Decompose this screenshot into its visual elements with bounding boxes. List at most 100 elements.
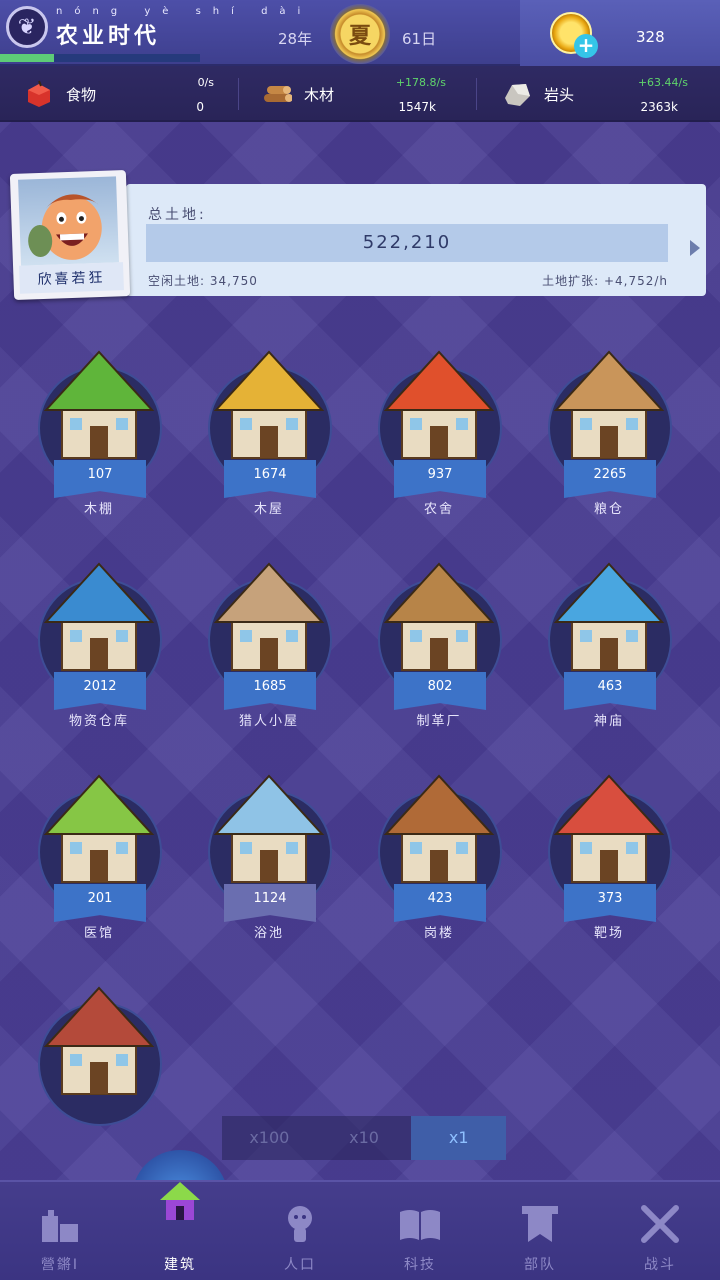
era-progress-fill xyxy=(0,54,54,62)
house-icon xyxy=(160,1182,200,1220)
mood-label: 欣喜若狂 xyxy=(19,262,124,294)
building-tile[interactable]: 1685 猎人小屋 xyxy=(194,538,344,738)
building-icon xyxy=(553,562,665,671)
total-land-value: 522,210 xyxy=(146,224,668,262)
building-count: 937 xyxy=(394,460,486,498)
tab-technology[interactable]: 科技 xyxy=(360,1182,480,1280)
coin-count: 328 xyxy=(636,28,665,46)
building-icon xyxy=(43,562,155,671)
building-icon xyxy=(383,774,495,883)
building-count: 802 xyxy=(394,672,486,710)
multiplier-x1[interactable]: x1 xyxy=(411,1116,507,1160)
era-progress-bar xyxy=(0,54,200,62)
tab-castle[interactable]: 營鏘I xyxy=(0,1182,120,1280)
era-title-pinyin: nóng yè shí dài xyxy=(56,6,313,17)
building-tile[interactable]: 463 神庙 xyxy=(534,538,684,738)
building-icon xyxy=(213,350,325,459)
building-tile[interactable]: 201 医馆 xyxy=(24,750,174,950)
building-tile[interactable]: 937 农舍 xyxy=(364,326,514,526)
building-name: 医馆 xyxy=(83,926,114,941)
building-name: 物资仓库 xyxy=(68,714,129,729)
building-tile[interactable]: 802 制革厂 xyxy=(364,538,514,738)
bottom-nav: 營鏘I 建筑 人口 科技 部队 战斗 xyxy=(0,1180,720,1280)
building-icon xyxy=(383,562,495,671)
multiplier-x10[interactable]: x10 xyxy=(317,1116,412,1160)
building-name: 神庙 xyxy=(593,714,624,729)
resource-wood[interactable]: 木材 +178.8/s 1547k xyxy=(262,66,462,122)
avatar xyxy=(18,176,119,266)
building-name: 浴池 xyxy=(253,926,284,941)
building-tile[interactable] xyxy=(24,962,174,1162)
building-tile[interactable]: 2012 物资仓库 xyxy=(24,538,174,738)
resource-wood-amount: 1547k xyxy=(398,100,437,114)
building-tile[interactable]: 2265 粮仓 xyxy=(534,326,684,526)
idle-land: 空闲土地: 34,750 xyxy=(148,272,258,289)
building-name: 粮仓 xyxy=(593,502,624,517)
arrow-right-icon xyxy=(690,240,700,256)
resource-stone[interactable]: 岩头 +63.44/s 2363k xyxy=(502,66,702,122)
land-expansion-value: +4,752/h xyxy=(603,274,668,288)
crossed-swords-icon xyxy=(641,1205,679,1243)
building-name: 木棚 xyxy=(83,502,114,517)
building-tile[interactable]: 1124 浴池 xyxy=(194,750,344,950)
add-coins-button[interactable]: + xyxy=(574,34,598,58)
tab-buildings[interactable]: 建筑 xyxy=(120,1182,240,1280)
wheat-icon[interactable]: ❦ xyxy=(6,6,48,48)
land-info-card[interactable]: 总土地: 522,210 空闲土地: 34,750 土地扩张: +4,752/h xyxy=(126,184,706,296)
building-count: 1124 xyxy=(224,884,316,922)
building-tile[interactable]: 1674 木屋 xyxy=(194,326,344,526)
person-icon xyxy=(288,1206,312,1242)
tab-population[interactable]: 人口 xyxy=(240,1182,360,1280)
building-name: 制革厂 xyxy=(416,714,462,729)
resource-food-rate: 0/s xyxy=(197,76,214,89)
tab-battle[interactable]: 战斗 xyxy=(600,1182,720,1280)
resource-food-amount: 0 xyxy=(196,100,204,114)
resource-wood-rate: +178.8/s xyxy=(395,76,446,89)
building-tile[interactable]: 373 靶场 xyxy=(534,750,684,950)
building-icon xyxy=(43,350,155,459)
building-tile[interactable]: 423 岗楼 xyxy=(364,750,514,950)
resource-stone-name: 岩头 xyxy=(544,86,575,104)
building-icon xyxy=(553,774,665,883)
land-expansion-label: 土地扩张: xyxy=(542,274,600,288)
tab-buildings-label: 建筑 xyxy=(164,1257,196,1273)
caveman-face-icon xyxy=(28,194,102,260)
castle-icon xyxy=(42,1210,78,1242)
stone-icon xyxy=(505,84,530,106)
building-icon xyxy=(553,350,665,459)
idle-land-value: 34,750 xyxy=(209,274,258,288)
resource-wood-name: 木材 xyxy=(304,86,335,104)
mood-avatar[interactable]: 欣喜若狂 xyxy=(9,170,131,300)
building-name: 岗楼 xyxy=(423,926,454,941)
tab-army[interactable]: 部队 xyxy=(480,1182,600,1280)
building-icon xyxy=(43,774,155,883)
book-icon xyxy=(400,1210,440,1240)
building-count: 2265 xyxy=(564,460,656,498)
resource-stone-amount: 2363k xyxy=(640,100,679,114)
resource-food[interactable]: 食物 0/s 0 xyxy=(24,66,214,122)
building-icon xyxy=(213,562,325,671)
divider xyxy=(476,78,477,110)
land-expansion: 土地扩张: +4,752/h xyxy=(542,272,668,289)
date-day: 61日 xyxy=(402,30,437,48)
idle-land-label: 空闲土地: xyxy=(148,274,206,288)
date-year: 28年 xyxy=(278,30,313,48)
building-name: 农舍 xyxy=(423,502,454,517)
era-title-text: 农业时代 xyxy=(56,24,161,49)
building-count: 463 xyxy=(564,672,656,710)
building-name: 靶场 xyxy=(593,926,624,941)
building-name: 木屋 xyxy=(253,502,284,517)
building-icon xyxy=(383,350,495,459)
resource-food-name: 食物 xyxy=(66,86,97,104)
building-count: 107 xyxy=(54,460,146,498)
season-label: 夏 xyxy=(348,24,371,49)
building-count: 2012 xyxy=(54,672,146,710)
top-bar: ❦ nóng yè shí dài 农业时代 28年 夏 61日 + 328 xyxy=(0,0,720,66)
tab-castle-label: 營鏘I xyxy=(40,1257,80,1273)
multiplier-x100[interactable]: x100 xyxy=(222,1116,317,1160)
building-count: 1674 xyxy=(224,460,316,498)
building-count: 373 xyxy=(564,884,656,922)
resource-stone-rate: +63.44/s xyxy=(637,76,688,89)
tab-army-label: 部队 xyxy=(524,1257,556,1273)
building-tile[interactable]: 107 木棚 xyxy=(24,326,174,526)
